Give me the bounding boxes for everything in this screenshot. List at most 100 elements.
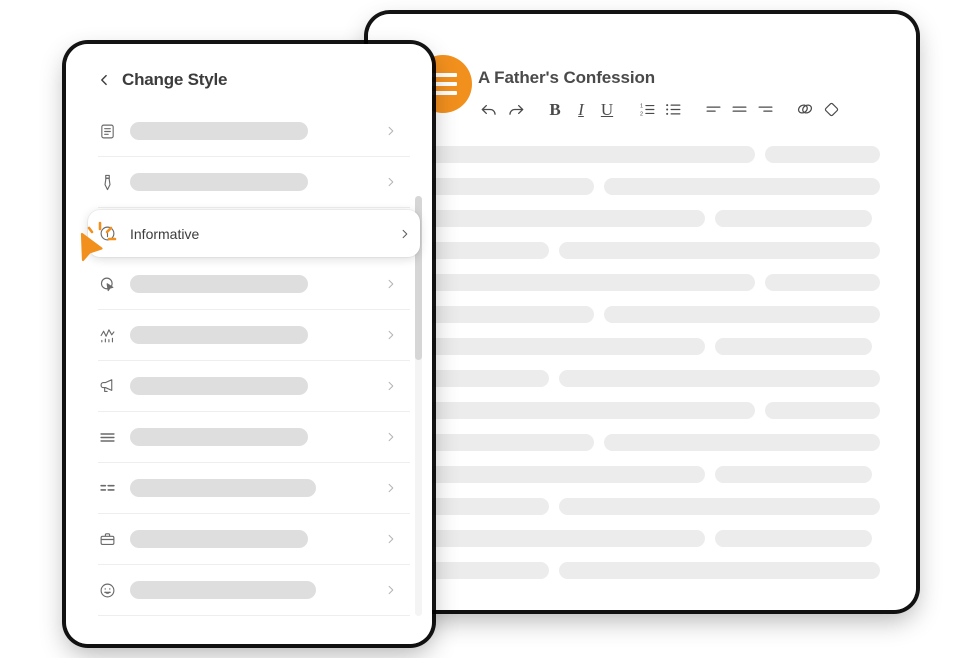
placeholder-bar (765, 401, 880, 419)
bullet-list-icon[interactable] (660, 96, 686, 122)
placeholder-bar (420, 369, 549, 387)
style-option-row[interactable] (98, 310, 410, 361)
document-placeholder-line (420, 560, 880, 580)
editor-toolbar: B I U 1 2 (476, 96, 844, 122)
placeholder-bar (604, 305, 880, 323)
placeholder-bar (420, 529, 706, 547)
chevron-right-icon[interactable] (385, 328, 396, 343)
svg-text:1: 1 (639, 103, 642, 109)
info-circle-icon (98, 225, 116, 243)
chevron-right-icon[interactable] (385, 481, 396, 496)
style-option-row[interactable] (98, 157, 410, 208)
chevron-right-icon[interactable] (385, 124, 396, 139)
style-option-row[interactable] (98, 514, 410, 565)
chevron-right-icon[interactable] (399, 226, 410, 241)
document-placeholder-line (420, 432, 880, 452)
panel-header: Change Style (98, 70, 227, 90)
document-placeholder-line (420, 368, 880, 388)
style-option-row[interactable] (98, 412, 410, 463)
document-placeholder-line (420, 400, 880, 420)
style-option-row[interactable] (98, 361, 410, 412)
align-left-icon[interactable] (700, 96, 726, 122)
style-option-label-placeholder (130, 122, 308, 140)
tie-icon (98, 173, 116, 191)
italic-icon[interactable]: I (568, 96, 594, 122)
svg-text:2: 2 (639, 111, 642, 117)
document-placeholder-line (420, 304, 880, 324)
style-option-label-placeholder (130, 377, 308, 395)
style-option-label-placeholder (130, 173, 308, 191)
placeholder-bar (715, 465, 872, 483)
screenshot-root: A Father's Confession B I U 1 2 Change S… (0, 0, 979, 658)
chevron-right-icon[interactable] (385, 175, 396, 190)
document-placeholder-line (420, 528, 880, 548)
document-placeholder-line (420, 176, 880, 196)
placeholder-bar (765, 273, 880, 291)
document-placeholder-line (420, 496, 880, 516)
placeholder-bar (715, 209, 872, 227)
placeholder-bar (558, 369, 880, 387)
document-header: A Father's Confession B I U 1 2 (368, 14, 916, 130)
style-option-row-selected[interactable]: Informative (88, 210, 420, 257)
placeholder-bar (420, 177, 595, 195)
placeholder-bar (604, 177, 880, 195)
style-option-label: Informative (130, 225, 200, 242)
chevron-right-icon[interactable] (385, 532, 396, 547)
document-placeholder-line (420, 336, 880, 356)
style-option-row[interactable] (98, 463, 410, 514)
placeholder-bar (765, 145, 880, 163)
style-option-label-placeholder (130, 275, 308, 293)
align-center-icon[interactable] (726, 96, 752, 122)
style-option-row[interactable] (98, 106, 410, 157)
style-option-label-placeholder (130, 479, 316, 497)
target-cursor-icon (98, 275, 116, 293)
clear-format-icon[interactable] (818, 96, 844, 122)
document-placeholder-line (420, 464, 880, 484)
style-option-label-placeholder (130, 326, 308, 344)
document-title: A Father's Confession (478, 68, 656, 87)
megaphone-icon (98, 377, 116, 395)
chevron-right-icon[interactable] (385, 430, 396, 445)
list-grid-icon (98, 479, 116, 497)
underline-icon[interactable]: U (594, 96, 620, 122)
document-placeholder-line (420, 144, 880, 164)
placeholder-bar (558, 497, 880, 515)
link-icon[interactable] (792, 96, 818, 122)
placeholder-bar (420, 401, 756, 419)
chevron-left-icon[interactable] (98, 71, 111, 89)
sidebar-scrollbar-track[interactable] (415, 196, 422, 616)
placeholder-bar (420, 273, 756, 291)
placeholder-bar (420, 497, 549, 515)
align-right-icon[interactable] (752, 96, 778, 122)
document-placeholder-line (420, 208, 880, 228)
placeholder-bar (420, 337, 706, 355)
style-options-list: Informative (66, 106, 432, 644)
placeholder-bar (715, 529, 872, 547)
change-style-inner: Change Style Informative (66, 44, 432, 644)
redo-icon[interactable] (502, 96, 528, 122)
chevron-right-icon[interactable] (385, 583, 396, 598)
hamburger-bars (429, 73, 457, 95)
document-placeholder-line (420, 272, 880, 292)
page-title: Change Style (122, 70, 228, 89)
placeholder-bar (715, 337, 872, 355)
change-style-panel: Change Style Informative (66, 44, 432, 644)
placeholder-bar (558, 561, 880, 579)
placeholder-bar (604, 433, 880, 451)
placeholder-bar (420, 145, 756, 163)
bold-glyph: B (549, 99, 561, 119)
numbered-list-icon[interactable]: 1 2 (634, 96, 660, 122)
emoji-smile-icon (98, 581, 116, 599)
style-option-row[interactable] (98, 565, 410, 616)
chevron-right-icon[interactable] (385, 379, 396, 394)
analytics-icon (98, 326, 116, 344)
document-editor-panel: A Father's Confession B I U 1 2 (368, 14, 916, 610)
document-body-placeholder (368, 144, 916, 610)
placeholder-bar (420, 561, 549, 579)
style-option-label-placeholder (130, 530, 308, 548)
style-option-row[interactable] (98, 259, 410, 310)
placeholder-bar (420, 433, 595, 451)
bold-icon[interactable]: B (542, 96, 568, 122)
undo-icon[interactable] (476, 96, 502, 122)
chevron-right-icon[interactable] (385, 277, 396, 292)
